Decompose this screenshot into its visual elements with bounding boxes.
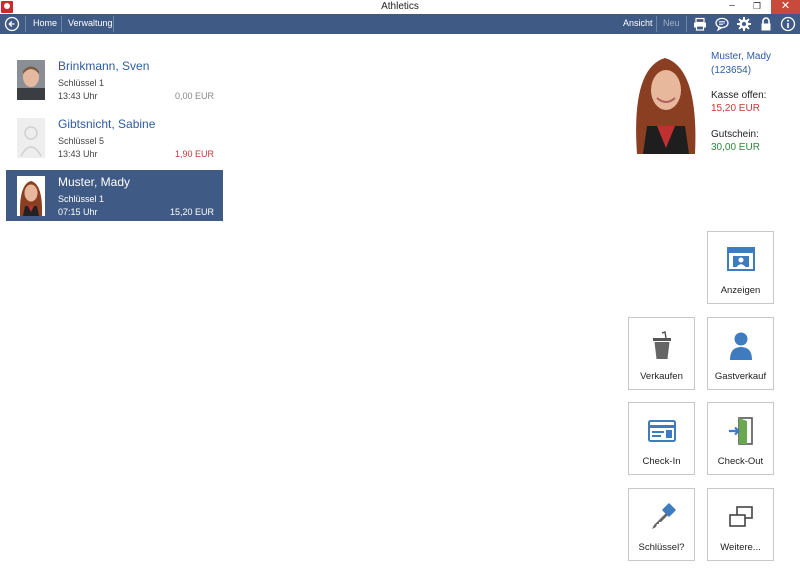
member-photo bbox=[629, 48, 702, 154]
key-label: Schlüssel? bbox=[638, 542, 685, 553]
nav-divider bbox=[656, 16, 657, 32]
person-name: Muster, Mady bbox=[58, 175, 131, 189]
member-name: Muster, Mady bbox=[711, 51, 772, 62]
window-title: Athletics bbox=[381, 1, 419, 12]
nav-divider bbox=[25, 16, 26, 32]
navigation-bar: Home Verwaltung Ansicht Neu bbox=[0, 14, 800, 34]
list-item-selected[interactable]: Muster, Mady Schlüssel 1 07:15 Uhr 15,20… bbox=[6, 170, 223, 221]
person-time: 13:43 Uhr bbox=[58, 149, 98, 159]
open-cash-label: Kasse offen: bbox=[711, 90, 767, 101]
guest-sale-button[interactable]: Gastverkauf bbox=[707, 317, 774, 390]
windows-stack-icon bbox=[708, 501, 773, 533]
check-out-button[interactable]: Check-Out bbox=[707, 402, 774, 475]
sell-button[interactable]: Verkaufen bbox=[628, 317, 695, 390]
close-button[interactable]: ✕ bbox=[771, 0, 800, 14]
sell-label: Verkaufen bbox=[640, 371, 683, 382]
more-button[interactable]: Weitere... bbox=[707, 488, 774, 561]
avatar-placeholder bbox=[17, 118, 45, 158]
info-icon[interactable] bbox=[780, 16, 796, 32]
person-key: Schlüssel 1 bbox=[58, 194, 105, 204]
chat-icon[interactable] bbox=[714, 16, 730, 32]
title-bar: Athletics – ❐ ✕ bbox=[0, 0, 800, 14]
person-key: Schlüssel 1 bbox=[58, 78, 105, 88]
show-button[interactable]: Anzeigen bbox=[707, 231, 774, 304]
list-item[interactable]: Gibtsnicht, Sabine Schlüssel 5 13:43 Uhr… bbox=[6, 112, 223, 163]
lock-icon[interactable] bbox=[758, 16, 774, 32]
nav-home[interactable]: Home bbox=[33, 18, 57, 28]
avatar bbox=[17, 176, 45, 216]
nav-divider bbox=[61, 16, 62, 32]
check-in-button[interactable]: Check-In bbox=[628, 402, 695, 475]
member-id: (123654) bbox=[711, 65, 752, 76]
key-icon bbox=[629, 501, 694, 533]
check-in-label: Check-In bbox=[642, 456, 681, 467]
minimize-button[interactable]: – bbox=[720, 0, 744, 14]
voucher-label: Gutschein: bbox=[711, 129, 759, 140]
nav-ansicht[interactable]: Ansicht bbox=[623, 18, 653, 28]
person-amount: 0,00 EUR bbox=[174, 91, 214, 101]
restore-button[interactable]: ❐ bbox=[746, 0, 768, 14]
more-label: Weitere... bbox=[720, 542, 761, 553]
avatar bbox=[17, 60, 45, 100]
person-key: Schlüssel 5 bbox=[58, 136, 105, 146]
guest-sale-label: Gastverkauf bbox=[714, 371, 767, 382]
person-name: Gibtsnicht, Sabine bbox=[58, 117, 156, 131]
check-out-label: Check-Out bbox=[717, 456, 764, 467]
voucher-value: 30,00 EUR bbox=[711, 142, 760, 153]
exit-door-icon bbox=[708, 415, 773, 447]
gear-icon[interactable] bbox=[736, 16, 752, 32]
person-time: 07:15 Uhr bbox=[58, 207, 98, 217]
nav-divider bbox=[113, 16, 114, 32]
printer-icon[interactable] bbox=[692, 16, 708, 32]
person-name: Brinkmann, Sven bbox=[58, 59, 150, 73]
id-card-display-icon bbox=[708, 244, 773, 276]
list-item[interactable]: Brinkmann, Sven Schlüssel 1 13:43 Uhr 0,… bbox=[6, 54, 223, 105]
show-label: Anzeigen bbox=[720, 285, 761, 296]
member-card-icon bbox=[629, 415, 694, 447]
person-time: 13:43 Uhr bbox=[58, 91, 98, 101]
nav-verwaltung[interactable]: Verwaltung bbox=[68, 18, 113, 28]
back-icon[interactable] bbox=[4, 16, 20, 32]
person-amount: 1,90 EUR bbox=[174, 149, 214, 159]
nav-divider bbox=[686, 16, 687, 32]
key-button[interactable]: Schlüssel? bbox=[628, 488, 695, 561]
drink-cup-icon bbox=[629, 330, 694, 362]
open-cash-value: 15,20 EUR bbox=[711, 103, 760, 114]
nav-neu[interactable]: Neu bbox=[663, 18, 680, 28]
person-amount: 15,20 EUR bbox=[169, 207, 214, 217]
person-icon bbox=[708, 330, 773, 362]
